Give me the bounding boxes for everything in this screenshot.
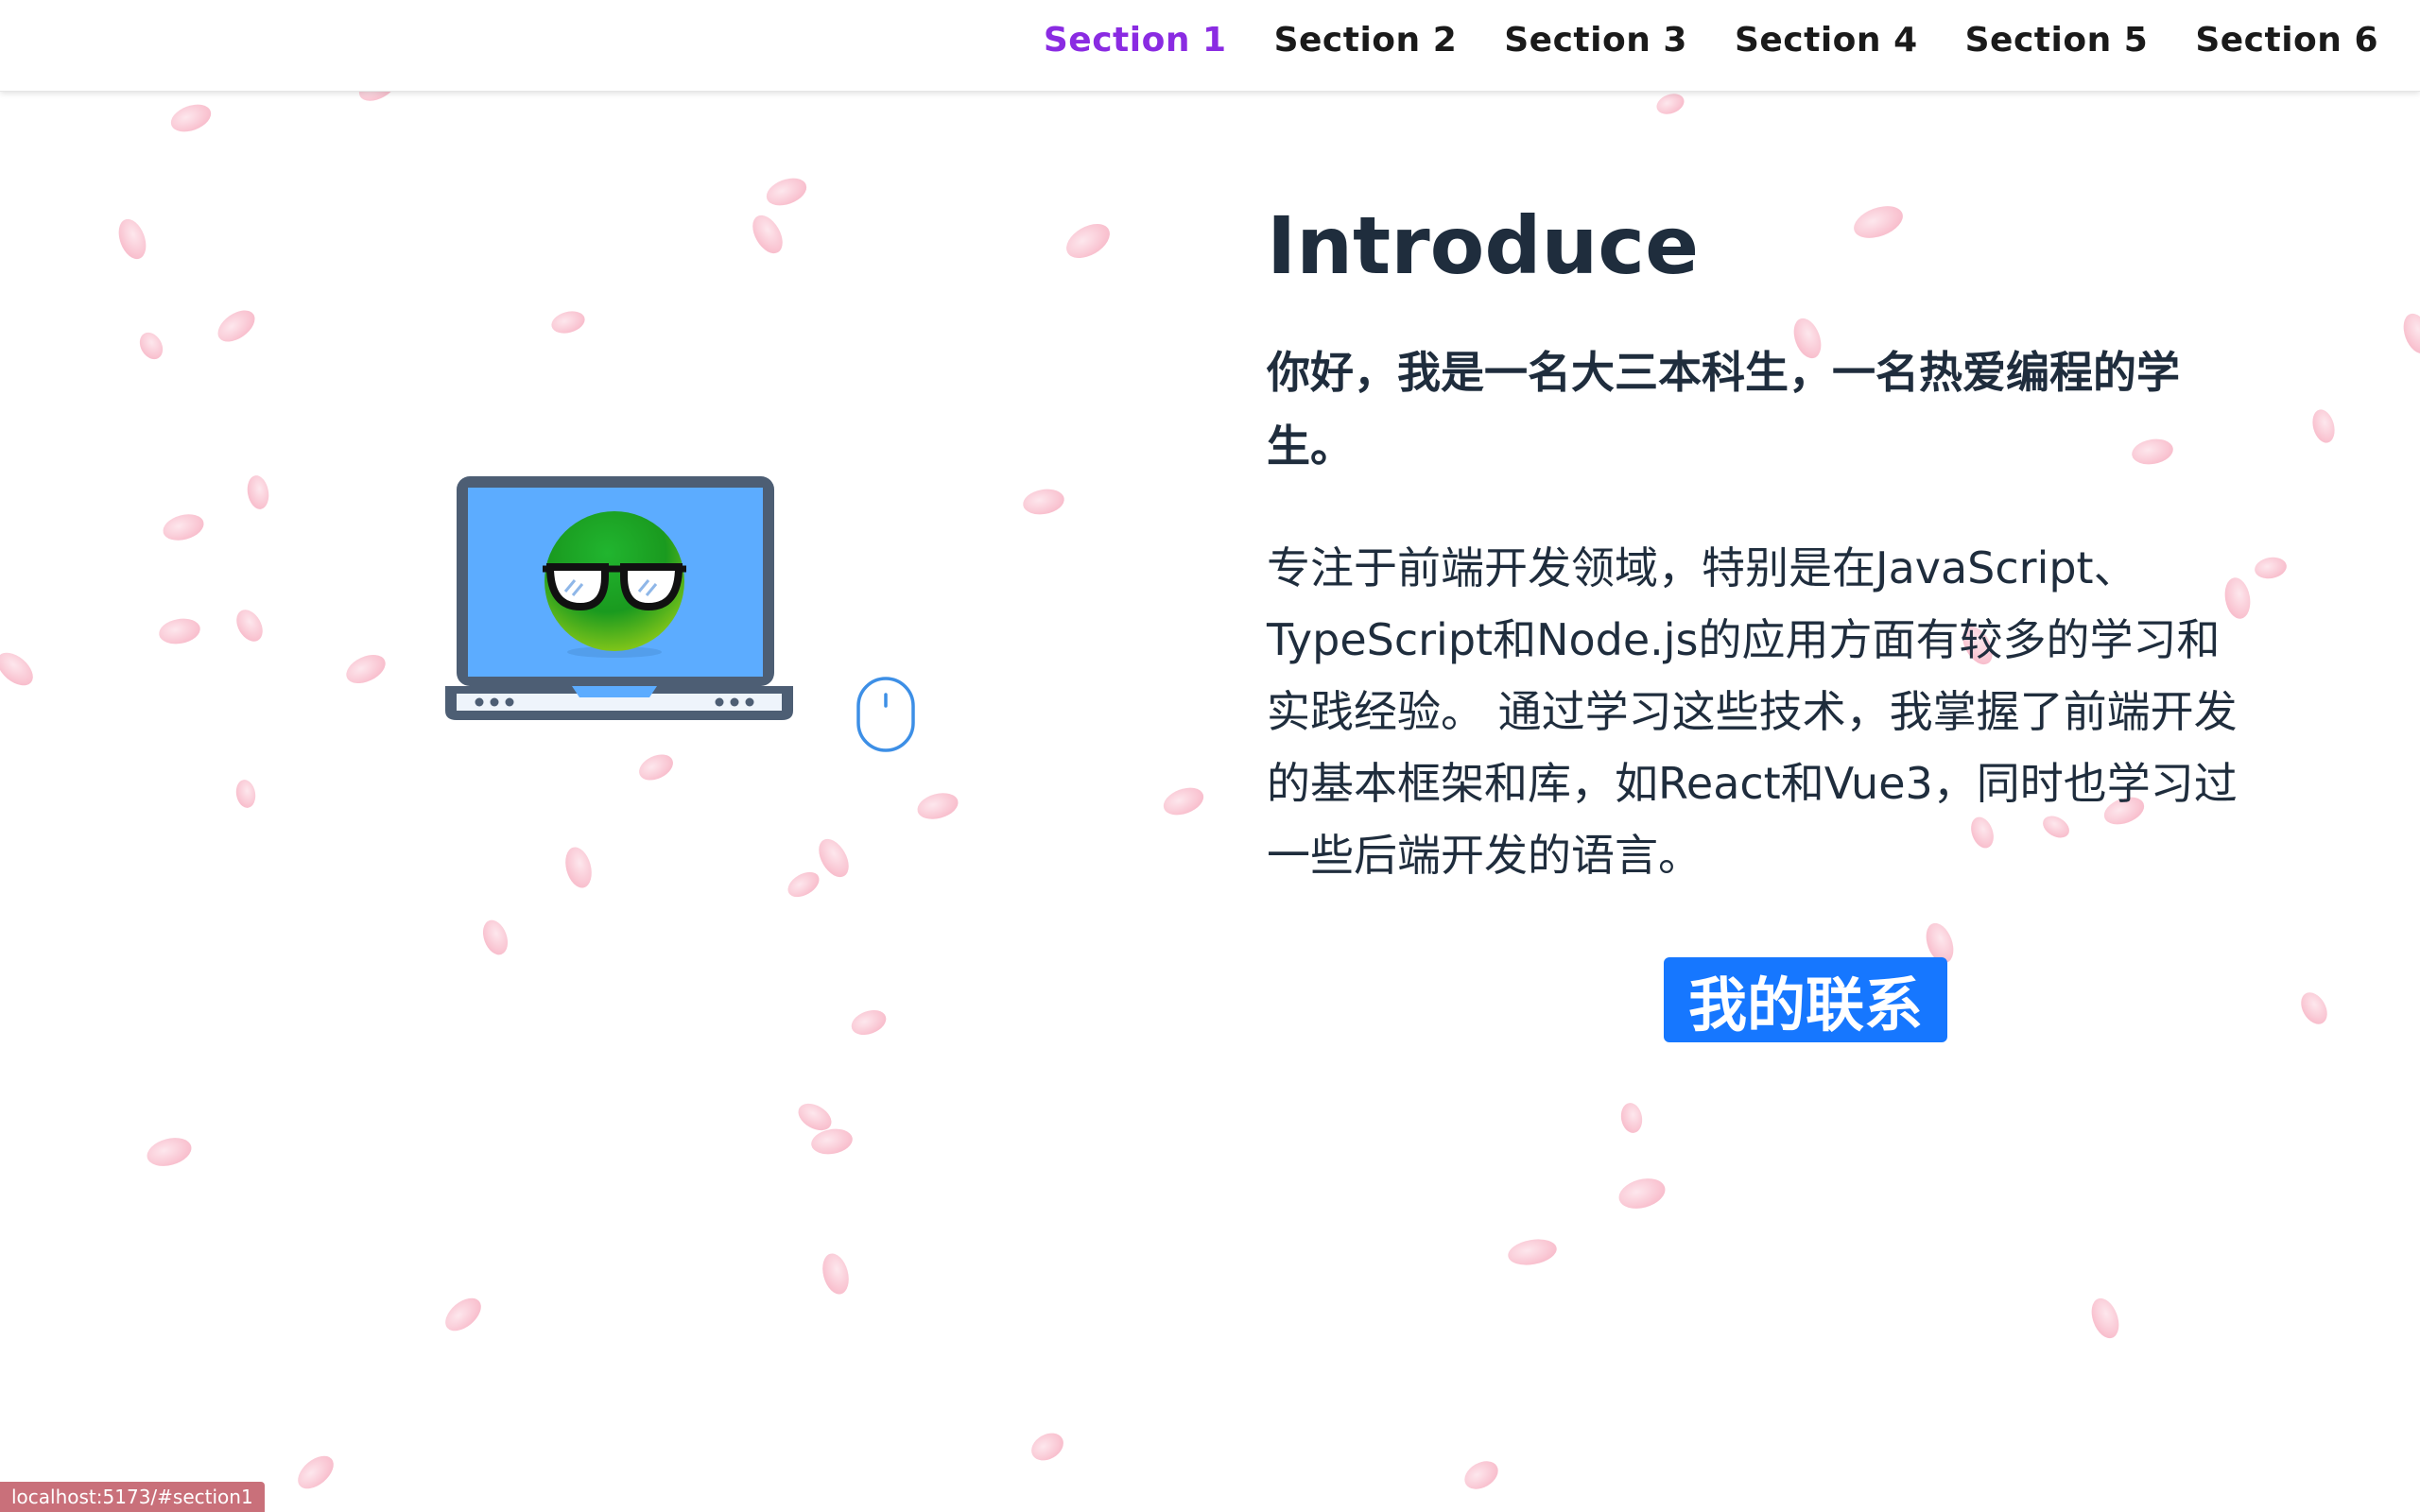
petal-decoration — [134, 328, 168, 364]
petal-decoration — [2086, 1294, 2124, 1343]
status-bar-url: localhost:5173/#section1 — [0, 1482, 265, 1512]
petal-decoration — [1506, 1235, 1559, 1269]
petal-decoration — [793, 1098, 837, 1136]
petal-decoration — [561, 844, 596, 891]
introduce-section: Introduce 你好，我是一名大三本科生，一名热爱编程的学生。 专注于前端开… — [1267, 194, 2250, 891]
petal-decoration — [166, 99, 216, 137]
contact-button[interactable]: 我的联系 — [1664, 957, 1947, 1042]
intro-headline: 你好，我是一名大三本科生，一名热爱编程的学生。 — [1267, 347, 2180, 472]
petal-decoration — [478, 917, 512, 958]
petal-decoration — [783, 867, 824, 902]
petal-decoration — [812, 833, 856, 883]
nav-section-4-link[interactable]: Section 4 — [1735, 21, 1918, 60]
petal-decoration — [2308, 406, 2339, 446]
petal-decoration — [1460, 1455, 1503, 1495]
petal-decoration — [1021, 486, 1066, 518]
petal-decoration — [914, 788, 961, 824]
nav-section-3-link[interactable]: Section 3 — [1504, 21, 1687, 60]
petal-decoration — [1060, 216, 1116, 266]
intro-body-text: 专注于前端开发领域，特别是在JavaScript、TypeScript和Node… — [1267, 542, 2238, 881]
petal-decoration — [548, 307, 588, 337]
green-face-with-glasses-icon — [543, 511, 686, 658]
petal-decoration — [1159, 782, 1208, 820]
nav-section-1-link[interactable]: Section 1 — [1044, 21, 1227, 60]
top-navbar: Section 1 Section 2 Section 3 Section 4 … — [0, 0, 2420, 92]
petal-decoration — [1618, 1101, 1645, 1135]
petal-decoration — [2398, 309, 2420, 358]
petal-decoration — [160, 509, 207, 545]
section-title: Introduce — [1267, 199, 1700, 292]
petal-decoration — [113, 215, 151, 264]
petal-decoration — [746, 210, 789, 259]
scroll-mouse-icon — [856, 676, 916, 757]
petal-decoration — [341, 648, 390, 690]
petal-decoration — [1026, 1427, 1069, 1467]
nav-section-6-link[interactable]: Section 6 — [2195, 21, 2378, 60]
petal-decoration — [144, 1133, 195, 1171]
petal-decoration — [762, 173, 811, 211]
petal-decoration — [1653, 90, 1687, 118]
petal-decoration — [291, 1449, 340, 1496]
nav-section-5-link[interactable]: Section 5 — [1965, 21, 2149, 60]
petal-decoration — [231, 605, 268, 646]
petal-decoration — [848, 1005, 890, 1040]
petal-decoration — [818, 1250, 854, 1297]
petal-decoration — [212, 303, 261, 349]
petal-decoration — [809, 1125, 855, 1158]
petal-decoration — [0, 645, 40, 693]
nav-section-2-link[interactable]: Section 2 — [1274, 21, 1458, 60]
petal-decoration — [157, 615, 202, 647]
petal-decoration — [2295, 988, 2333, 1029]
petal-decoration — [245, 473, 271, 511]
nav-links: Section 1 Section 2 Section 3 Section 4 … — [1044, 21, 2378, 60]
petal-decoration — [2253, 555, 2289, 581]
petal-decoration — [233, 778, 258, 810]
petal-decoration — [439, 1291, 488, 1338]
petal-decoration — [1615, 1174, 1669, 1213]
